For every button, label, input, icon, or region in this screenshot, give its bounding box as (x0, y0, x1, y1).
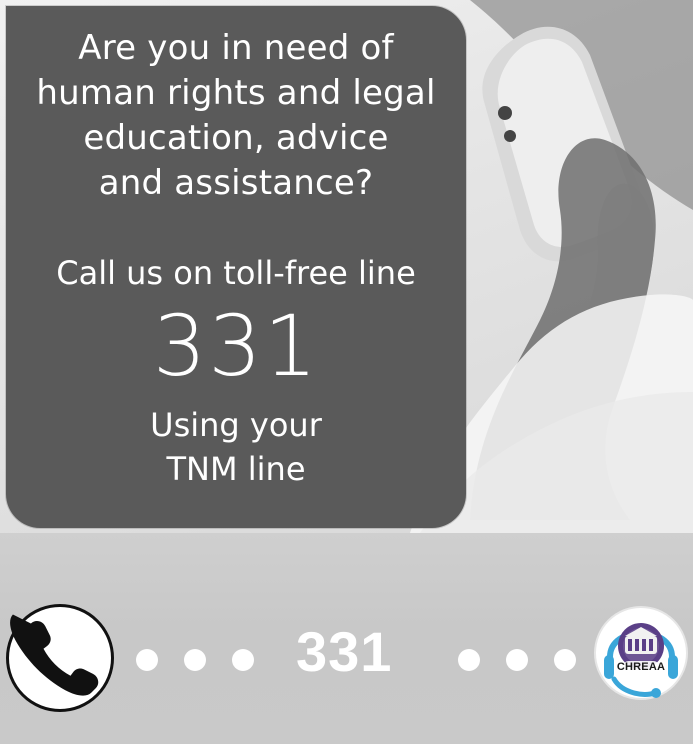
dot (458, 649, 480, 671)
message-text: Are you in need of human rights and lega… (6, 6, 466, 528)
dot (136, 649, 158, 671)
chreaa-logo: CHREAA (592, 601, 690, 713)
dot (232, 649, 254, 671)
dot (184, 649, 206, 671)
network-text: Using your TNM line (150, 406, 322, 488)
hero-section: Are you in need of human rights and lega… (0, 0, 693, 533)
dots-right (458, 649, 576, 671)
call-text: Call us on toll-free line (56, 254, 416, 292)
phone-icon-badge (6, 604, 114, 712)
logo-label: CHREAA (616, 661, 666, 673)
message-panel: Are you in need of human rights and lega… (6, 6, 466, 528)
question-text: Are you in need of human rights and lega… (36, 28, 436, 203)
toll-free-number-large: 331 (152, 297, 320, 395)
chreaa-logo-icon (594, 606, 688, 700)
toll-free-number-footer: 331 (296, 620, 393, 683)
phone-handset-icon (10, 614, 99, 696)
dot (554, 649, 576, 671)
dot (506, 649, 528, 671)
dots-left (136, 649, 254, 671)
